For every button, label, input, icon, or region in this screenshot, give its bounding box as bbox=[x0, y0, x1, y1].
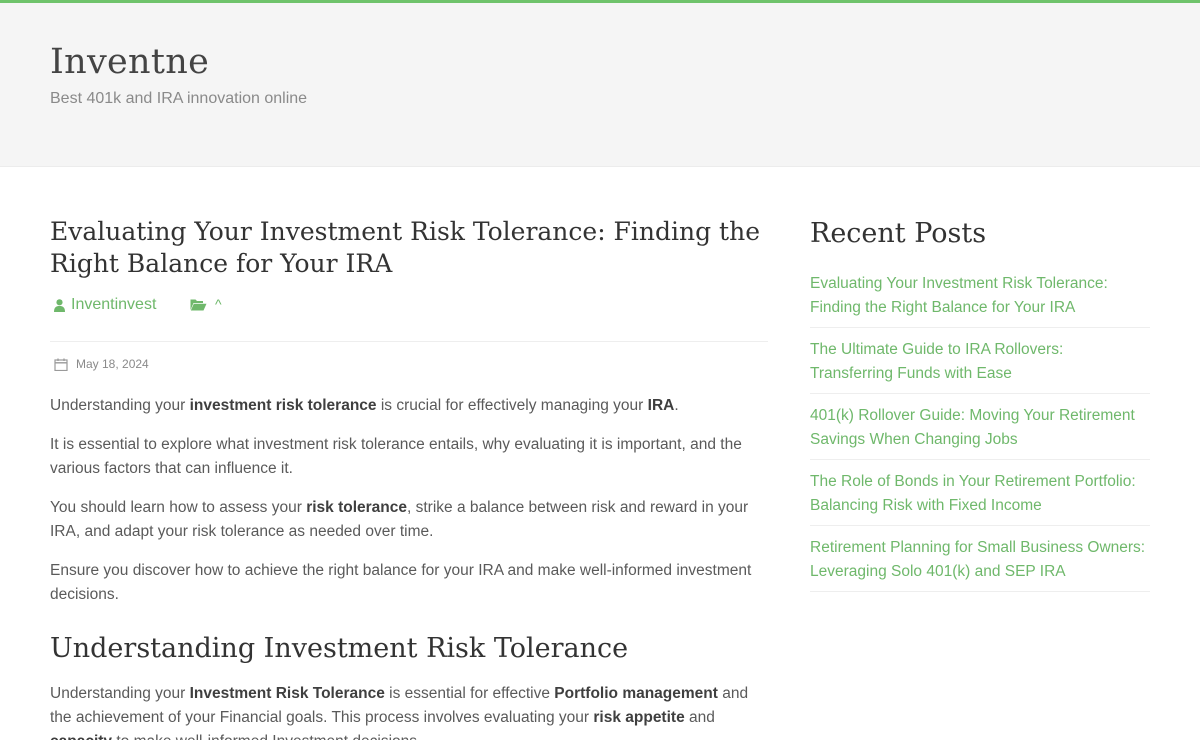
recent-post-link[interactable]: Evaluating Your Investment Risk Toleranc… bbox=[810, 272, 1150, 320]
recent-post-link[interactable]: Retirement Planning for Small Business O… bbox=[810, 536, 1150, 584]
list-item: 401(k) Rollover Guide: Moving Your Retir… bbox=[810, 404, 1150, 460]
emphasized-text: capacity bbox=[50, 733, 112, 740]
emphasized-text: risk appetite bbox=[593, 709, 685, 726]
post-author-link[interactable]: Inventinvest bbox=[54, 296, 156, 314]
emphasized-text: investment risk tolerance bbox=[189, 397, 377, 414]
list-item: Evaluating Your Investment Risk Toleranc… bbox=[810, 272, 1150, 328]
section-paragraph: Understanding your Investment Risk Toler… bbox=[50, 682, 768, 740]
list-item: Retirement Planning for Small Business O… bbox=[810, 536, 1150, 592]
emphasized-text: Portfolio management bbox=[554, 685, 718, 702]
post-category-link[interactable]: ^ bbox=[190, 296, 222, 312]
recent-post-link[interactable]: 401(k) Rollover Guide: Moving Your Retir… bbox=[810, 404, 1150, 452]
post-date-text: May 18, 2024 bbox=[76, 357, 149, 371]
sidebar: Recent Posts Evaluating Your Investment … bbox=[810, 216, 1150, 602]
post-body: Understanding your investment risk toler… bbox=[50, 394, 768, 740]
post-category-name: ^ bbox=[215, 296, 222, 312]
recent-post-link[interactable]: The Ultimate Guide to IRA Rollovers: Tra… bbox=[810, 338, 1150, 386]
site-header: Inventne Best 401k and IRA innovation on… bbox=[0, 3, 1200, 167]
post-date: May 18, 2024 bbox=[54, 354, 768, 374]
emphasized-text: Investment Risk Tolerance bbox=[189, 685, 385, 702]
post-article: Evaluating Your Investment Risk Toleranc… bbox=[50, 216, 768, 740]
user-icon bbox=[54, 298, 65, 312]
post-meta: Inventinvest ^ bbox=[50, 290, 768, 342]
post-author-name: Inventinvest bbox=[71, 296, 157, 313]
folder-open-icon bbox=[190, 298, 207, 311]
post-paragraph: Ensure you discover how to achieve the r… bbox=[50, 562, 752, 603]
list-item: The Ultimate Guide to IRA Rollovers: Tra… bbox=[810, 338, 1150, 394]
post-paragraph: It is essential to explore what investme… bbox=[50, 436, 742, 477]
recent-posts-list: Evaluating Your Investment Risk Toleranc… bbox=[810, 272, 1150, 592]
recent-post-link[interactable]: The Role of Bonds in Your Retirement Por… bbox=[810, 470, 1150, 518]
section-heading: Understanding Investment Risk Tolerance bbox=[50, 633, 629, 664]
post-title: Evaluating Your Investment Risk Toleranc… bbox=[50, 217, 760, 278]
post-paragraph: You should learn how to assess your risk… bbox=[50, 499, 749, 540]
recent-posts-title: Recent Posts bbox=[810, 218, 987, 249]
post-paragraph: Understanding your investment risk toler… bbox=[50, 397, 679, 414]
site-title-link[interactable]: Inventne bbox=[50, 42, 209, 82]
site-tagline: Best 401k and IRA innovation online bbox=[50, 90, 308, 107]
calendar-icon bbox=[54, 358, 68, 371]
emphasized-text: IRA bbox=[647, 397, 675, 414]
emphasized-text: risk tolerance bbox=[306, 499, 408, 516]
list-item: The Role of Bonds in Your Retirement Por… bbox=[810, 470, 1150, 526]
